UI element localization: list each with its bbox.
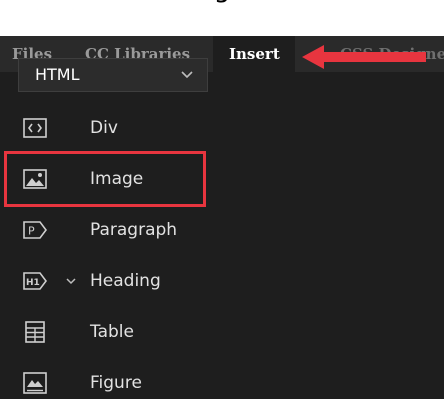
dropdown-selected-value: HTML	[35, 65, 80, 84]
item-label: Figure	[90, 373, 142, 393]
div-icon	[23, 118, 47, 138]
figure-icon	[23, 372, 47, 394]
insert-item-heading[interactable]: H1 Heading	[0, 261, 444, 301]
header-caption: g	[0, 0, 444, 7]
item-label: Heading	[90, 271, 161, 291]
svg-text:H1: H1	[26, 278, 40, 288]
insert-item-div[interactable]: Div	[0, 108, 444, 148]
chevron-down-icon	[181, 71, 193, 79]
paragraph-icon: P	[23, 221, 47, 239]
heading-options-chevron-icon[interactable]	[66, 277, 76, 285]
insert-item-figure[interactable]: Figure	[0, 363, 444, 403]
insert-panel: Files CC Libraries Insert CSS Designer H…	[0, 36, 444, 399]
table-icon	[25, 321, 45, 343]
red-arrow-annotation	[302, 45, 426, 69]
insert-item-table[interactable]: Table	[0, 312, 444, 352]
category-dropdown[interactable]: HTML	[18, 58, 208, 92]
heading-icon: H1	[23, 272, 47, 290]
item-label: Paragraph	[90, 220, 178, 240]
item-label: Table	[90, 322, 134, 342]
insert-item-paragraph[interactable]: P Paragraph	[0, 210, 444, 250]
image-highlight-box	[4, 151, 206, 207]
tab-insert[interactable]: Insert	[213, 36, 295, 72]
item-label: Div	[90, 118, 118, 138]
svg-text:P: P	[28, 225, 35, 238]
